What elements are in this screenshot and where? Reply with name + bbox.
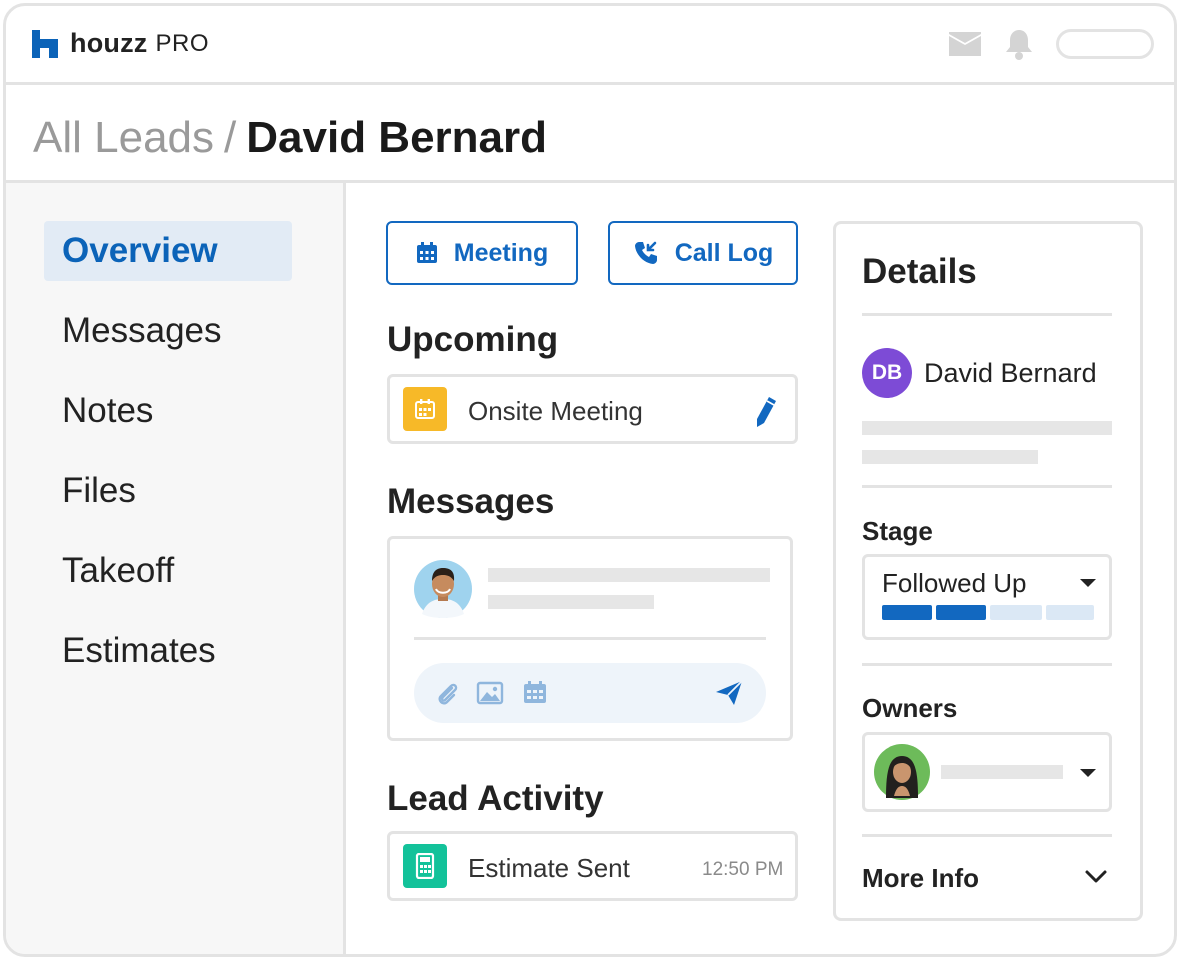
contact-name[interactable]: David Bernard [924,358,1097,389]
chevron-down-icon [1080,579,1096,587]
sidebar-item-messages[interactable]: Messages [44,301,292,361]
contact-info-line [862,450,1038,464]
sidebar: Overview Messages Notes Files Takeoff Es… [6,183,346,954]
breadcrumb: All Leads / David Bernard [33,113,547,163]
image-icon[interactable] [476,680,504,706]
top-bar: houzz PRO [6,6,1174,85]
brand-name: houzz [70,28,148,58]
send-icon[interactable] [714,679,744,707]
breadcrumb-bar: All Leads / David Bernard [6,85,1174,183]
sidebar-item-overview[interactable]: Overview [44,221,292,281]
divider [862,663,1112,666]
attachment-icon[interactable] [434,680,462,708]
call-log-button[interactable]: Call Log [608,221,798,285]
houzz-pro-logo[interactable]: houzz PRO [32,28,209,59]
owner-name-placeholder [941,765,1063,779]
stage-progress-segment [936,605,986,620]
lead-activity-timestamp: 12:50 PM [702,859,784,880]
sidebar-item-takeoff[interactable]: Takeoff [44,541,292,601]
details-heading: Details [862,252,977,291]
messages-card [387,536,793,741]
lead-activity-heading: Lead Activity [387,779,604,818]
message-composer[interactable] [414,663,766,723]
sidebar-item-estimates[interactable]: Estimates [44,621,292,681]
stage-progress-segment [882,605,932,620]
stage-dropdown[interactable]: Followed Up [862,554,1112,640]
account-menu-placeholder[interactable] [1056,29,1154,59]
owner-avatar [874,744,930,800]
meeting-calendar-icon [403,387,447,431]
lead-activity-item[interactable]: Estimate Sent 12:50 PM [387,831,798,901]
owners-dropdown[interactable] [862,732,1112,812]
notification-bell-icon[interactable] [1004,28,1034,60]
sidebar-item-notes[interactable]: Notes [44,381,292,441]
divider [862,485,1112,488]
upcoming-item-label: Onsite Meeting [468,396,643,426]
top-bar-icons [948,28,1154,60]
call-log-button-label: Call Log [674,238,774,267]
sidebar-item-files[interactable]: Files [44,461,292,521]
brand-suffix: PRO [155,29,209,57]
contact-avatar: DB [862,348,912,398]
breadcrumb-all-leads[interactable]: All Leads [33,113,214,162]
stage-label: Stage [862,516,933,546]
message-sender-avatar [414,560,472,618]
details-panel: Details DB David Bernard Stage Followed … [833,221,1143,921]
more-info-toggle[interactable]: More Info [862,863,979,894]
upcoming-item[interactable]: Onsite Meeting [387,374,798,444]
houzz-logo-icon [32,29,58,58]
message-preview-line [488,568,770,582]
estimate-calculator-icon [403,844,447,888]
contact-info-line [862,421,1112,435]
stage-value: Followed Up [882,568,1027,598]
page-title: David Bernard [246,113,548,162]
inbox-icon[interactable] [948,31,982,57]
app-window: houzz PRO All Leads / David Bernard Overvi… [3,3,1177,957]
phone-call-icon [634,241,657,264]
meeting-button[interactable]: Meeting [386,221,578,285]
owners-label: Owners [862,693,958,723]
upcoming-heading: Upcoming [387,320,559,359]
stage-progress-segment [990,605,1042,620]
schedule-calendar-icon[interactable] [522,679,548,705]
meeting-button-label: Meeting [453,238,549,267]
chevron-down-icon [1080,769,1096,777]
divider [862,834,1112,837]
lead-activity-item-label: Estimate Sent [468,853,630,883]
divider [414,637,766,640]
calendar-icon [416,242,437,263]
edit-pencil-icon[interactable] [754,395,778,429]
divider [862,313,1112,316]
chevron-down-icon[interactable] [1084,869,1108,885]
stage-progress-segment [1046,605,1094,620]
messages-heading: Messages [387,482,555,521]
message-preview-line [488,595,654,609]
breadcrumb-separator: / [224,113,237,162]
